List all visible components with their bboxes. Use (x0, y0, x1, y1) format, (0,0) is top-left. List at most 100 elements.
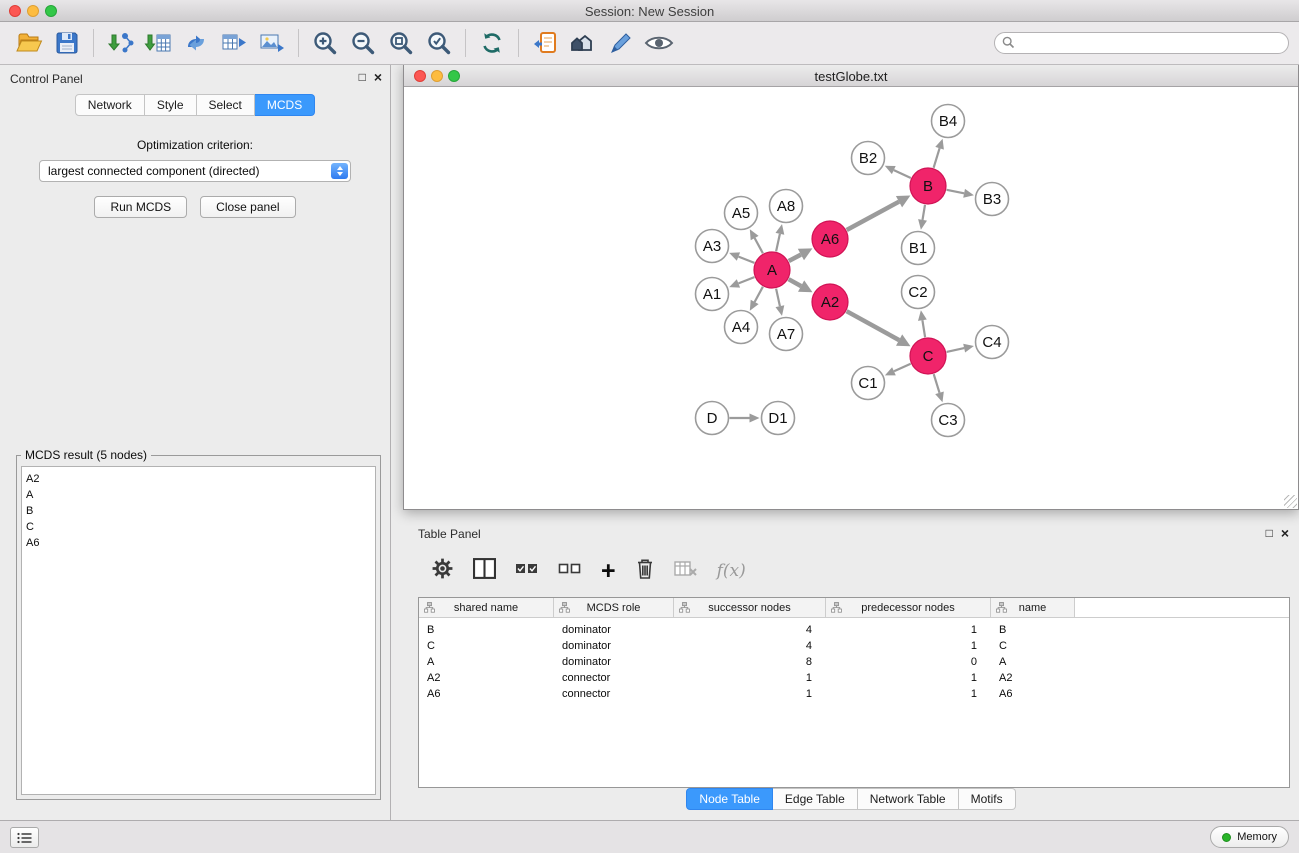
select-all-icon[interactable] (515, 560, 539, 583)
edge-A-A3[interactable] (739, 257, 755, 263)
zoom-selected-icon[interactable] (420, 25, 458, 61)
eye-icon[interactable] (640, 25, 678, 61)
zoom-out-icon[interactable] (344, 25, 382, 61)
column-header-shared-name[interactable]: shared name (419, 598, 554, 617)
table-row-a6[interactable]: A6connector11A6 (419, 686, 1289, 702)
node-A2[interactable]: A2 (812, 284, 848, 320)
edge-C-C3[interactable] (934, 374, 940, 393)
node-C[interactable]: C (910, 338, 946, 374)
table-row-b[interactable]: Bdominator41B (419, 622, 1289, 638)
show-columns-icon[interactable] (473, 558, 496, 584)
refresh-icon[interactable] (473, 25, 511, 61)
node-D[interactable]: D (696, 402, 729, 435)
node-C3[interactable]: C3 (932, 404, 965, 437)
run-mcds-button[interactable]: Run MCDS (94, 196, 187, 218)
column-header-predecessor-nodes[interactable]: predecessor nodes (826, 598, 991, 617)
edge-A-A1[interactable] (739, 277, 755, 283)
edge-B-B2[interactable] (894, 170, 911, 178)
result-item-b[interactable]: B (26, 503, 371, 519)
session-file-icon[interactable] (526, 25, 564, 61)
edge-A-A7[interactable] (776, 289, 780, 307)
edge-A2-C[interactable] (847, 311, 900, 340)
delete-icon[interactable] (635, 557, 655, 585)
node-A1[interactable]: A1 (696, 278, 729, 311)
close-panel-button[interactable]: × (374, 70, 382, 84)
tab-select[interactable]: Select (197, 94, 255, 116)
open-file-icon[interactable] (10, 25, 48, 61)
node-B1[interactable]: B1 (902, 232, 935, 265)
table-settings-gear-icon[interactable] (431, 557, 454, 585)
close-table-panel-button[interactable]: × (1281, 526, 1289, 540)
edge-A-A8[interactable] (776, 234, 780, 252)
edge-B-B4[interactable] (934, 148, 940, 168)
node-A[interactable]: A (754, 252, 790, 288)
node-B3[interactable]: B3 (976, 183, 1009, 216)
node-A3[interactable]: A3 (696, 230, 729, 263)
column-header-name[interactable]: name (991, 598, 1075, 617)
node-B4[interactable]: B4 (932, 105, 965, 138)
zoom-fit-icon[interactable] (382, 25, 420, 61)
task-history-icon[interactable] (10, 827, 39, 848)
tab-network[interactable]: Network (75, 94, 145, 116)
function-builder-button[interactable]: f(x) (717, 561, 746, 581)
edge-C-C4[interactable] (947, 348, 965, 352)
node-A5[interactable]: A5 (725, 197, 758, 230)
tab-motifs[interactable]: Motifs (959, 788, 1016, 810)
table-row-c[interactable]: Cdominator41C (419, 638, 1289, 654)
edge-B-B1[interactable] (923, 205, 926, 220)
edge-C-C2[interactable] (922, 320, 925, 337)
tab-edge-table[interactable]: Edge Table (773, 788, 858, 810)
show-graphics-details-icon[interactable] (602, 25, 640, 61)
node-A7[interactable]: A7 (770, 318, 803, 351)
table-row-a2[interactable]: A2connector11A2 (419, 670, 1289, 686)
edge-A-A2[interactable] (789, 279, 802, 286)
node-C2[interactable]: C2 (902, 276, 935, 309)
result-item-c[interactable]: C (26, 519, 371, 535)
result-item-a[interactable]: A (26, 487, 371, 503)
node-A6[interactable]: A6 (812, 221, 848, 257)
result-item-a6[interactable]: A6 (26, 535, 371, 551)
column-header-mcds-role[interactable]: MCDS role (554, 598, 674, 617)
edge-A-A5[interactable] (755, 238, 763, 253)
result-item-a2[interactable]: A2 (26, 471, 371, 487)
zoom-in-icon[interactable] (306, 25, 344, 61)
import-table-from-file-icon[interactable] (139, 25, 177, 61)
export-network-icon[interactable] (177, 25, 215, 61)
node-B[interactable]: B (910, 168, 946, 204)
search-input[interactable] (994, 32, 1289, 54)
edge-A-A6[interactable] (789, 255, 801, 261)
node-D1[interactable]: D1 (762, 402, 795, 435)
tab-style[interactable]: Style (145, 94, 197, 116)
delete-table-icon[interactable] (674, 560, 698, 583)
column-header-successor-nodes[interactable]: successor nodes (674, 598, 826, 617)
node-B2[interactable]: B2 (852, 142, 885, 175)
float-panel-button[interactable]: □ (359, 70, 366, 84)
optimization-criterion-select[interactable]: largest connected component (directed) (39, 160, 351, 182)
close-panel-button-bottom[interactable]: Close panel (200, 196, 295, 218)
network-canvas[interactable]: B4 B2 B B3 A5 A8 A6 B1 A3 A A1 C2 A2 A4 A7 C4 C C1 C3 D D1 (404, 87, 1298, 509)
edge-A6-B[interactable] (847, 202, 899, 230)
add-column-icon[interactable]: + (601, 561, 616, 581)
deselect-all-icon[interactable] (558, 560, 582, 583)
tab-network-table[interactable]: Network Table (858, 788, 959, 810)
network-canvas-svg[interactable]: B4 B2 B B3 A5 A8 A6 B1 A3 A A1 C2 A2 A4 A7 C4 C C1 C3 D D1 (404, 87, 1298, 509)
edge-A-A4[interactable] (755, 287, 763, 302)
node-C4[interactable]: C4 (976, 326, 1009, 359)
resize-grip[interactable] (1284, 495, 1297, 508)
edge-B-B3[interactable] (947, 190, 965, 194)
float-table-panel-button[interactable]: □ (1266, 526, 1273, 540)
tab-mcds[interactable]: MCDS (255, 94, 315, 116)
node-A4[interactable]: A4 (725, 311, 758, 344)
node-C1[interactable]: C1 (852, 367, 885, 400)
memory-button[interactable]: Memory (1210, 826, 1289, 848)
node-A8[interactable]: A8 (770, 190, 803, 223)
export-table-icon[interactable] (215, 25, 253, 61)
save-session-icon[interactable] (48, 25, 86, 61)
import-network-from-file-icon[interactable] (101, 25, 139, 61)
table-row-a[interactable]: Adominator80A (419, 654, 1289, 670)
edge-C-C1[interactable] (894, 364, 911, 372)
tab-node-table[interactable]: Node Table (686, 788, 773, 810)
home-icon[interactable] (564, 25, 602, 61)
export-image-icon[interactable] (253, 25, 291, 61)
mcds-result-list[interactable]: A2ABCA6 (21, 466, 376, 795)
